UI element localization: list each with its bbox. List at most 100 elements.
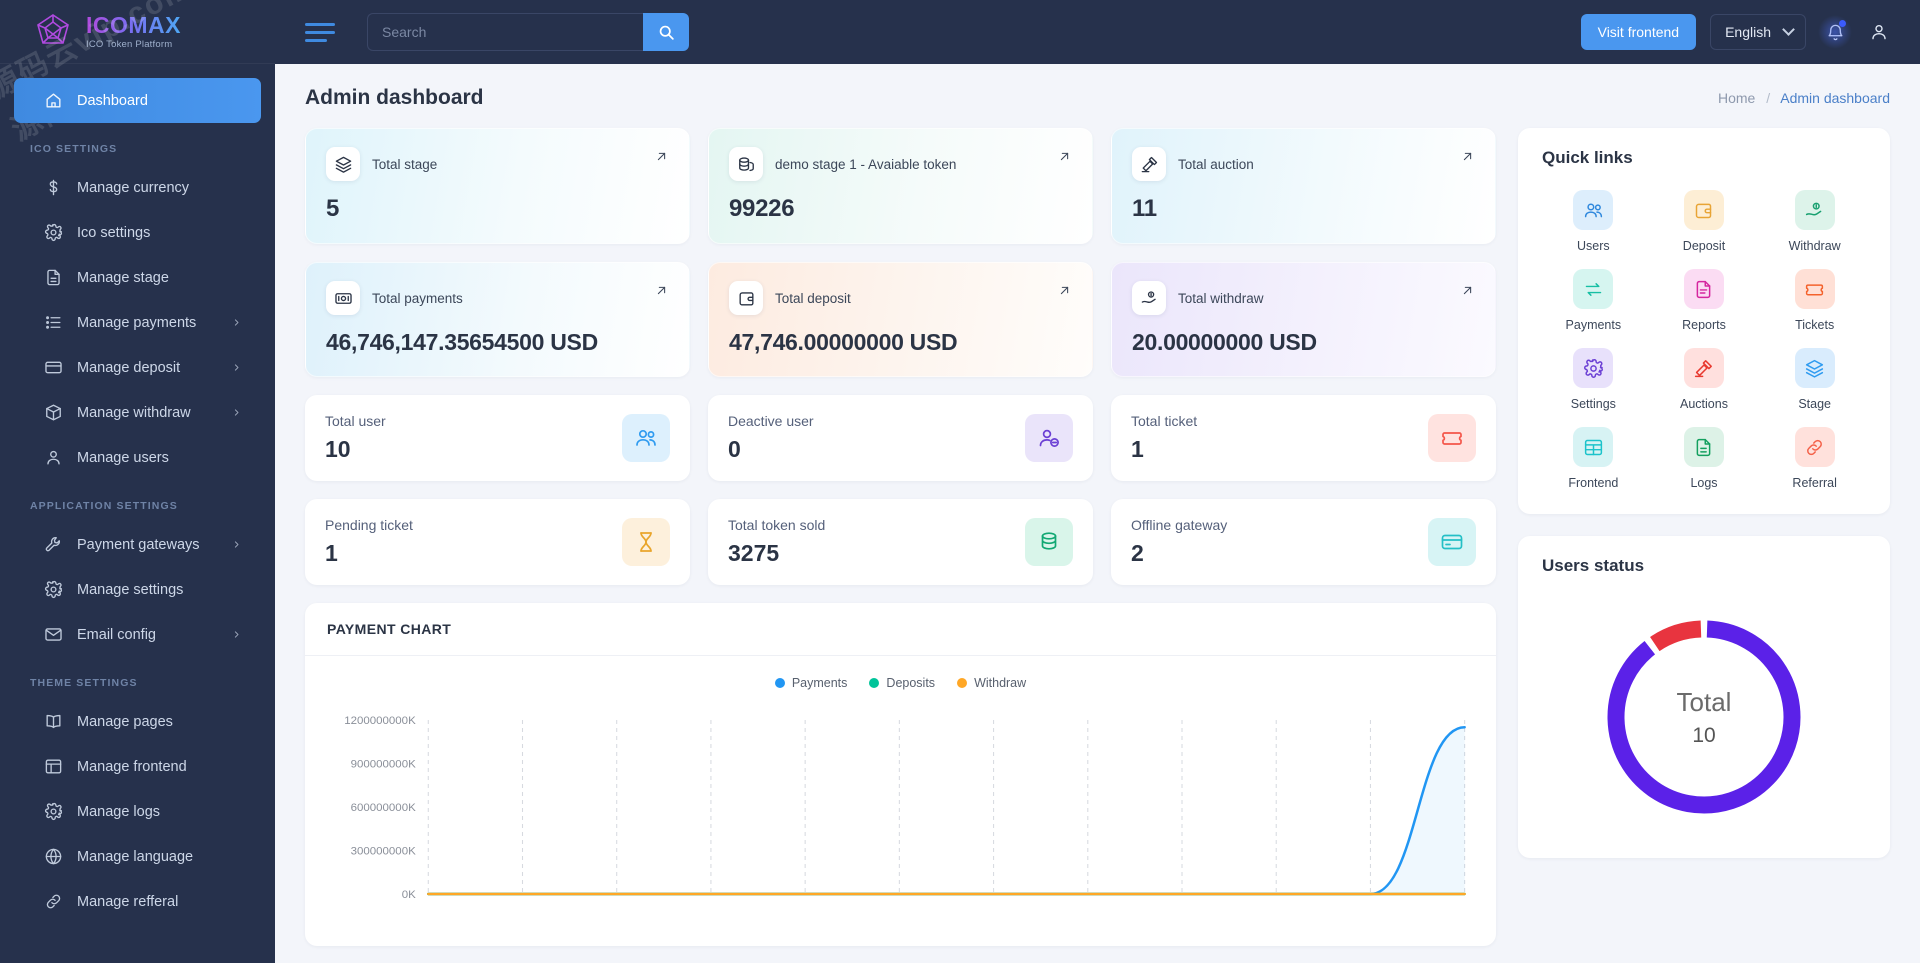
stat-card-total-withdraw[interactable]: Total withdraw 20.00000000 USD (1111, 262, 1496, 377)
stat-card-value: 20.00000000 USD (1132, 329, 1317, 355)
stat-card-open-link[interactable] (654, 283, 669, 298)
quick-link-settings[interactable]: Settings (1538, 348, 1649, 411)
quick-link-withdraw[interactable]: Withdraw (1759, 190, 1870, 253)
menu-toggle-icon[interactable] (301, 21, 335, 43)
stat-card-value: 0 (728, 436, 741, 462)
quick-link-logs[interactable]: Logs (1649, 427, 1760, 490)
stat-card-label: Deactive user (728, 413, 814, 429)
quick-link-label: Tickets (1795, 318, 1835, 332)
stat-card-open-link[interactable] (1057, 149, 1072, 164)
donut-total-value: 10 (1692, 723, 1716, 747)
language-select[interactable]: English (1710, 14, 1806, 50)
wallet-icon (738, 291, 754, 306)
report-icon (1697, 280, 1711, 298)
quick-link-tickets[interactable]: Tickets (1759, 269, 1870, 332)
quick-link-icon-box (1573, 427, 1614, 467)
stat-card-value: 46,746,147.35654500 USD (326, 329, 598, 355)
sidebar-item-manage-stage[interactable]: Manage stage (14, 255, 261, 300)
payment-chart-panel: PAYMENT CHART Payments Deposits Withdraw 0… (305, 603, 1496, 946)
stat-card-open-link[interactable] (1460, 283, 1475, 298)
stat-card-pending-ticket[interactable]: Pending ticket 1 (305, 499, 690, 585)
stat-card-total-stage[interactable]: Total stage 5 (305, 128, 690, 244)
stat-card-total-payments[interactable]: Total payments 46,746,147.35654500 USD (305, 262, 690, 377)
stat-card-demo-stage-1-avaiable-token[interactable]: demo stage 1 - Avaiable token 99226 (708, 128, 1093, 244)
list-icon (46, 316, 61, 329)
quick-link-icon-box (1683, 427, 1724, 467)
legend-item-payments[interactable]: Payments (774, 676, 848, 690)
quick-link-frontend[interactable]: Frontend (1538, 427, 1649, 490)
sidebar-item-manage-settings[interactable]: Manage settings (14, 567, 261, 612)
sidebar-item-manage-pages[interactable]: Manage pages (14, 699, 261, 744)
sidebar-item-manage-users[interactable]: Manage users (14, 435, 261, 480)
brand-logo-block[interactable]: ICOMAX ICO Token Platform (0, 0, 275, 64)
stat-card-open-link[interactable] (654, 149, 669, 164)
quick-link-referral[interactable]: Referral (1759, 427, 1870, 490)
stat-card-open-link[interactable] (1057, 283, 1072, 298)
link-icon (1807, 439, 1823, 455)
sidebar-item-label: Manage logs (77, 803, 161, 820)
grid-icon (1584, 439, 1602, 455)
legend-label: Payments (791, 676, 848, 690)
quick-link-stage[interactable]: Stage (1759, 348, 1870, 411)
user-menu-button[interactable] (1864, 17, 1894, 47)
document-icon (47, 269, 60, 286)
sidebar-item-ico-settings[interactable]: Ico settings (14, 210, 261, 255)
page-title: Admin dashboard (305, 86, 484, 109)
sidebar-item-manage-logs[interactable]: Manage logs (14, 789, 261, 834)
sidebar-item-manage-deposit[interactable]: Manage deposit (14, 345, 261, 390)
stat-card-offline-gateway[interactable]: Offline gateway 2 (1111, 499, 1496, 585)
visit-frontend-button[interactable]: Visit frontend (1580, 14, 1697, 50)
quick-link-deposit[interactable]: Deposit (1649, 190, 1760, 253)
stat-card-total-deposit[interactable]: Total deposit 47,746.00000000 USD (708, 262, 1093, 377)
y-axis-tick-label: 900000000K (351, 759, 417, 771)
stat-card-value: 11 (1132, 195, 1157, 222)
donut-segment-inactive[interactable] (1650, 620, 1702, 652)
stat-card-label: Offline gateway (1131, 517, 1228, 533)
sidebar-item-label: Manage stage (77, 269, 169, 286)
document-icon (1697, 438, 1711, 456)
search-input[interactable] (367, 13, 643, 51)
stat-card-label: Pending ticket (325, 517, 413, 533)
donut-center-label: Total 10 (1677, 687, 1732, 748)
sidebar-item-label: Manage payments (77, 314, 197, 331)
quick-link-auctions[interactable]: Auctions (1649, 348, 1760, 411)
sidebar-item-payment-gateways[interactable]: Payment gateways (14, 522, 261, 567)
sidebar-item-manage-payments[interactable]: Manage payments (14, 300, 261, 345)
quick-link-reports[interactable]: Reports (1649, 269, 1760, 332)
quick-link-users[interactable]: Users (1538, 190, 1649, 253)
quick-links-grid: Users Deposit Withdraw Payments Reports Ticke… (1518, 168, 1890, 514)
payment-chart-title: PAYMENT CHART (305, 603, 1496, 656)
ticket-icon (1806, 283, 1824, 295)
sidebar-item-dashboard[interactable]: Dashboard (14, 78, 261, 123)
stat-card-open-link[interactable] (1460, 149, 1475, 164)
sidebar-item-manage-withdraw[interactable]: Manage withdraw (14, 390, 261, 435)
brand-name: ICOMAX (86, 11, 181, 38)
legend-label: Deposits (886, 676, 936, 690)
stat-card-total-user[interactable]: Total user 10 (305, 395, 690, 481)
payment-chart-svg[interactable]: 0K 300000000K 600000000K 900000000K 12000000… (305, 690, 1496, 920)
user-minus-icon (1039, 429, 1059, 447)
legend-item-withdraw[interactable]: Withdraw (957, 676, 1026, 690)
sidebar-item-manage-currency[interactable]: Manage currency (14, 165, 261, 210)
sidebar-item-email-config[interactable]: Email config (14, 612, 261, 657)
quick-link-label: Reports (1682, 318, 1726, 332)
sidebar-item-label: Manage pages (77, 713, 173, 730)
legend-item-deposits[interactable]: Deposits (869, 676, 935, 690)
stat-card-icon-box (729, 281, 763, 315)
quick-link-icon-box (1794, 190, 1835, 230)
stat-card-total-auction[interactable]: Total auction 11 (1111, 128, 1496, 244)
stat-card-text: Offline gateway 2 (1131, 517, 1227, 567)
sidebar-item-manage-language[interactable]: Manage language (14, 834, 261, 879)
sidebar-item-manage-frontend[interactable]: Manage frontend (14, 744, 261, 789)
notifications-button[interactable] (1818, 15, 1852, 49)
breadcrumb-home[interactable]: Home (1718, 90, 1755, 106)
stat-card-total-ticket[interactable]: Total ticket 1 (1111, 395, 1496, 481)
sidebar-item-manage-refferal[interactable]: Manage refferal (14, 879, 261, 924)
stat-card-deactive-user[interactable]: Deactive user 0 (708, 395, 1093, 481)
search-button[interactable] (643, 13, 689, 51)
quick-links-panel: Quick links Users Deposit Withdraw Payments… (1518, 128, 1890, 514)
stat-card-total-token-sold[interactable]: Total token sold 3275 (708, 499, 1093, 585)
payment-chart-body: Payments Deposits Withdraw 0K 300000000K 600… (305, 656, 1496, 946)
quick-link-payments[interactable]: Payments (1538, 269, 1649, 332)
quick-link-label: Deposit (1682, 239, 1726, 253)
